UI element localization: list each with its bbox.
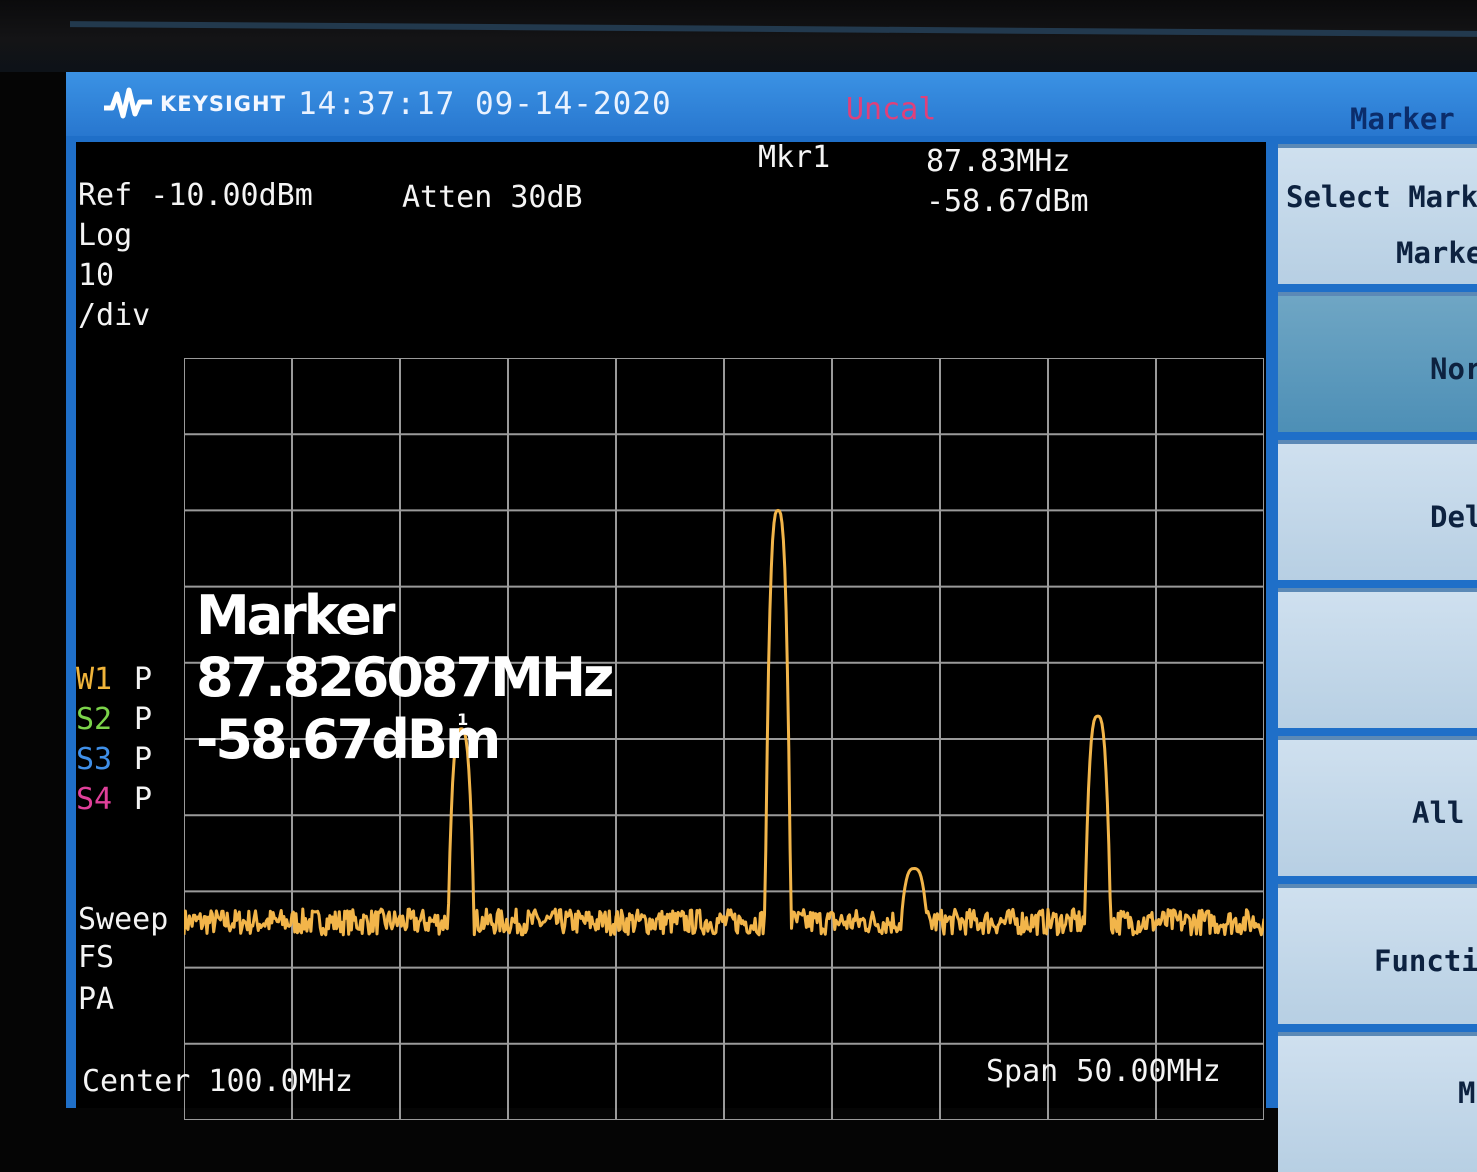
overlay-amplitude: -58.67dBm bbox=[196, 708, 501, 771]
trace-3-label: S3 bbox=[76, 742, 113, 777]
scale-value: 10 bbox=[78, 258, 115, 293]
uncal-indicator: Uncal bbox=[846, 92, 937, 127]
marker-label: Mkr1 bbox=[758, 140, 831, 175]
trace-display: Mkr1 87.83MHz -58.67dBm Ref -10.00dBm At… bbox=[76, 140, 1266, 1120]
brand-name: KEYSIGHT bbox=[160, 92, 286, 116]
softkey-delta[interactable]: Del bbox=[1278, 440, 1477, 580]
softkey-blank[interactable] bbox=[1278, 588, 1477, 728]
menu-title: Marker bbox=[1350, 102, 1455, 136]
trace-2-label: S2 bbox=[76, 702, 113, 737]
trace-4-label: S4 bbox=[76, 782, 113, 817]
monitor-bezel bbox=[0, 0, 1477, 72]
sweep-label: Sweep bbox=[78, 902, 169, 937]
attenuation: Atten 30dB bbox=[402, 180, 583, 215]
softkey-function[interactable]: Functi bbox=[1278, 884, 1477, 1024]
sweep-mode-fs: FS bbox=[78, 940, 115, 975]
center-frequency: Center 100.0MHz bbox=[82, 1064, 353, 1099]
overlay-frequency: 87.826087MHz bbox=[196, 646, 614, 709]
softkey-panel: Select Mark Marke Nor Del All Functi M bbox=[1278, 144, 1477, 1172]
trace-1-label: W1 bbox=[76, 662, 113, 697]
trace-1-mode: P bbox=[134, 662, 153, 697]
softkey-select-marker[interactable]: Select Mark Marke bbox=[1278, 144, 1477, 284]
softkey-normal[interactable]: Nor bbox=[1278, 292, 1477, 432]
marker-amplitude: -58.67dBm bbox=[926, 184, 1089, 219]
softkey-all-off[interactable]: All bbox=[1278, 736, 1477, 876]
trace-3-mode: P bbox=[134, 742, 153, 777]
overlay-title: Marker bbox=[196, 584, 396, 647]
sweep-mode-pa: PA bbox=[78, 982, 115, 1017]
date-time: 14:37:17 09-14-2020 bbox=[298, 86, 672, 122]
trace-2-mode: P bbox=[134, 702, 153, 737]
scale-unit: /div bbox=[78, 298, 151, 333]
keysight-logo-icon bbox=[104, 87, 152, 119]
title-bar: KEYSIGHT 14:37:17 09-14-2020 Uncal Marke… bbox=[66, 72, 1477, 136]
scale-type: Log bbox=[78, 218, 133, 253]
reference-level: Ref -10.00dBm bbox=[78, 178, 313, 213]
trace-4-mode: P bbox=[134, 782, 153, 817]
analyzer-screen: KEYSIGHT 14:37:17 09-14-2020 Uncal Marke… bbox=[66, 72, 1477, 1172]
softkey-more[interactable]: M bbox=[1278, 1032, 1477, 1172]
marker-frequency: 87.83MHz bbox=[926, 144, 1071, 179]
span: Span 50.00MHz bbox=[986, 1054, 1221, 1089]
